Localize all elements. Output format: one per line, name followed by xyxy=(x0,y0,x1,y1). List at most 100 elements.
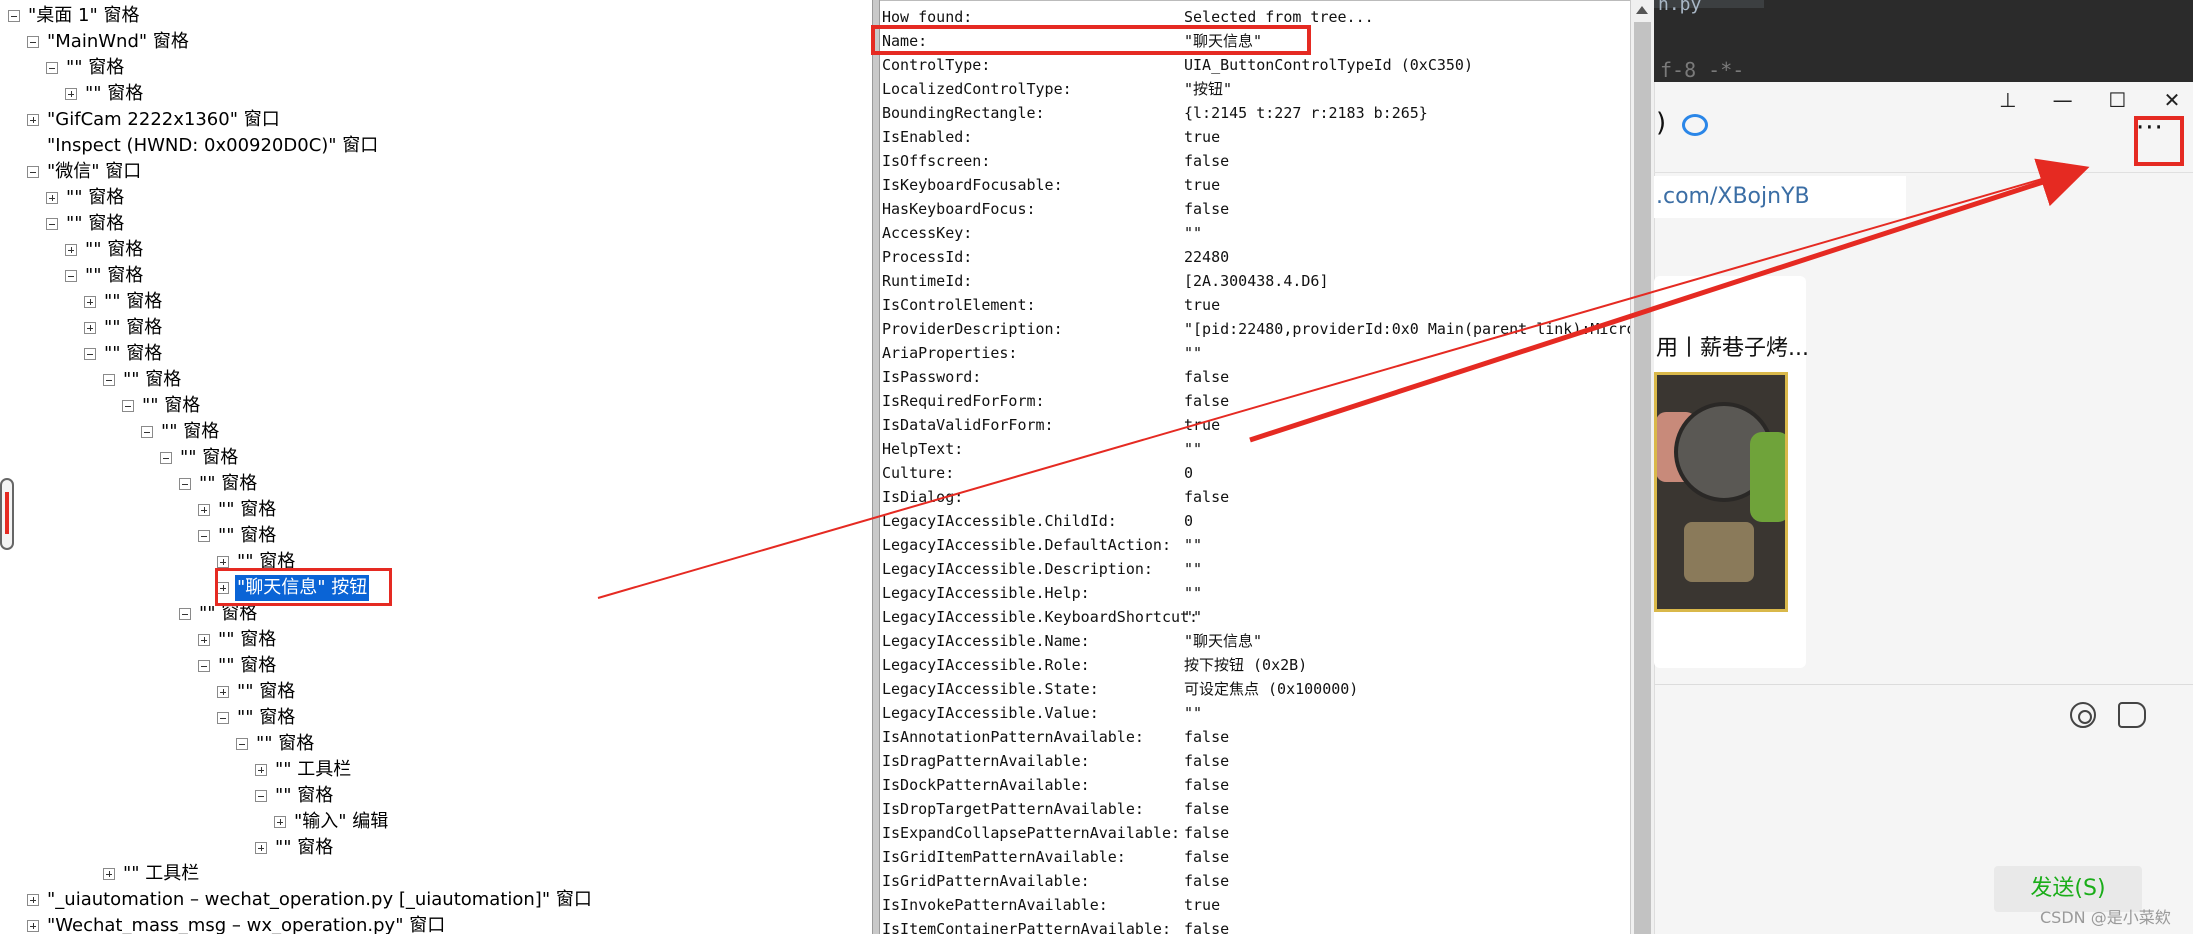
property-row[interactable]: LegacyIAccessible.Value: "" xyxy=(882,701,1628,725)
property-row[interactable]: IsInvokePatternAvailable: true xyxy=(882,893,1628,917)
property-row[interactable]: IsGridPatternAvailable: false xyxy=(882,869,1628,893)
tree-node[interactable]: "" 窗格 xyxy=(160,445,240,471)
property-row[interactable]: IsDialog: false xyxy=(882,485,1628,509)
expand-plus-icon[interactable] xyxy=(103,868,115,880)
property-row[interactable]: ControlType: UIA_ButtonControlTypeId (0xC… xyxy=(882,53,1628,77)
tree-node[interactable]: "" 窗格 xyxy=(255,835,335,861)
expand-plus-icon[interactable] xyxy=(217,556,229,568)
pane-splitter[interactable] xyxy=(872,0,880,934)
collapse-minus-icon[interactable] xyxy=(103,374,115,386)
collapse-minus-icon[interactable] xyxy=(46,62,58,74)
property-row[interactable]: IsItemContainerPatternAvailable: false xyxy=(882,917,1628,934)
expand-plus-icon[interactable] xyxy=(27,114,39,126)
property-row[interactable]: IsDragPatternAvailable: false xyxy=(882,749,1628,773)
collapse-minus-icon[interactable] xyxy=(198,530,210,542)
collapse-minus-icon[interactable] xyxy=(141,426,153,438)
tree-node[interactable]: "" 工具栏 xyxy=(255,757,353,783)
property-row[interactable]: AccessKey: "" xyxy=(882,221,1628,245)
expand-plus-icon[interactable] xyxy=(65,244,77,256)
expand-plus-icon[interactable] xyxy=(255,764,267,776)
property-row[interactable]: LegacyIAccessible.KeyboardShortcut: "" xyxy=(882,605,1628,629)
property-row[interactable]: HelpText: "" xyxy=(882,437,1628,461)
close-icon[interactable]: ✕ xyxy=(2154,88,2190,112)
property-row[interactable]: ProcessId: 22480 xyxy=(882,245,1628,269)
collapse-minus-icon[interactable] xyxy=(8,10,20,22)
property-row[interactable]: LegacyIAccessible.Description: "" xyxy=(882,557,1628,581)
expand-plus-icon[interactable] xyxy=(217,686,229,698)
property-row[interactable]: IsPassword: false xyxy=(882,365,1628,389)
property-row[interactable]: IsDataValidForForm: true xyxy=(882,413,1628,437)
collapse-minus-icon[interactable] xyxy=(217,712,229,724)
property-row[interactable]: LocalizedControlType: "按钮" xyxy=(882,77,1628,101)
tree-node[interactable]: "" 窗格 xyxy=(198,653,278,679)
property-row[interactable]: IsDockPatternAvailable: false xyxy=(882,773,1628,797)
tree-node[interactable]: "" 窗格 xyxy=(198,627,278,653)
collapse-minus-icon[interactable] xyxy=(27,36,39,48)
property-row[interactable]: AriaProperties: "" xyxy=(882,341,1628,365)
property-row[interactable]: IsRequiredForForm: false xyxy=(882,389,1628,413)
tree-node[interactable]: "_uiautomation – wechat_operation.py [_u… xyxy=(27,887,594,913)
link-message[interactable]: .com/XBojnYB xyxy=(1654,176,1906,218)
tree-node[interactable]: "" 窗格 xyxy=(141,419,221,445)
property-row[interactable]: IsDropTargetPatternAvailable: false xyxy=(882,797,1628,821)
tree-node[interactable]: "" 窗格 xyxy=(84,289,164,315)
property-row[interactable]: RuntimeId: [2A.300438.4.D6] xyxy=(882,269,1628,293)
expand-plus-icon[interactable] xyxy=(198,634,210,646)
tree-node[interactable]: "" 窗格 xyxy=(217,679,297,705)
expand-plus-icon[interactable] xyxy=(255,842,267,854)
collapse-minus-icon[interactable] xyxy=(160,452,172,464)
property-row[interactable]: IsOffscreen: false xyxy=(882,149,1628,173)
article-card-image[interactable] xyxy=(1654,372,1788,612)
property-row[interactable]: LegacyIAccessible.DefaultAction: "" xyxy=(882,533,1628,557)
tree-node[interactable]: "" 窗格 xyxy=(65,237,145,263)
pin-icon[interactable]: ⊥ xyxy=(1990,88,2026,112)
tree-node[interactable]: "" 窗格 xyxy=(122,393,202,419)
collapse-minus-icon[interactable] xyxy=(179,478,191,490)
tree-node[interactable]: "" 窗格 xyxy=(103,367,183,393)
video-call-icon[interactable] xyxy=(2118,702,2146,728)
tree-node[interactable]: "" 窗格 xyxy=(198,497,278,523)
collapse-minus-icon[interactable] xyxy=(84,348,96,360)
tree-node[interactable]: "" 工具栏 xyxy=(103,861,201,887)
tree-node[interactable]: "GifCam 2222x1360" 窗口 xyxy=(27,107,282,133)
property-row[interactable]: HasKeyboardFocus: false xyxy=(882,197,1628,221)
tree-node[interactable]: "" 窗格 xyxy=(46,211,126,237)
collapse-minus-icon[interactable] xyxy=(122,400,134,412)
tree-node[interactable]: "" 窗格 xyxy=(84,341,164,367)
expand-plus-icon[interactable] xyxy=(27,920,39,932)
expand-plus-icon[interactable] xyxy=(84,322,96,334)
tree-node[interactable]: "" 窗格 xyxy=(236,731,316,757)
properties-scrollbar[interactable] xyxy=(1630,0,1654,934)
expand-plus-icon[interactable] xyxy=(65,88,77,100)
tree-node[interactable]: "" 窗格 xyxy=(65,81,145,107)
property-row[interactable]: IsGridItemPatternAvailable: false xyxy=(882,845,1628,869)
property-row[interactable]: IsControlElement: true xyxy=(882,293,1628,317)
tree-node[interactable]: "桌面 1" 窗格 xyxy=(8,3,141,29)
target-icon[interactable] xyxy=(2070,702,2096,728)
tree-node[interactable]: "" 窗格 xyxy=(65,263,145,289)
tree-node[interactable]: "" 窗格 xyxy=(179,471,259,497)
tree-node[interactable]: "" 窗格 xyxy=(198,523,278,549)
property-row[interactable]: LegacyIAccessible.Name: "聊天信息" xyxy=(882,629,1628,653)
collapse-minus-icon[interactable] xyxy=(198,660,210,672)
collapse-minus-icon[interactable] xyxy=(179,608,191,620)
expand-plus-icon[interactable] xyxy=(84,296,96,308)
collapse-minus-icon[interactable] xyxy=(27,166,39,178)
property-row[interactable]: LegacyIAccessible.ChildId: 0 xyxy=(882,509,1628,533)
property-row[interactable]: Culture: 0 xyxy=(882,461,1628,485)
scroll-up-arrow-icon[interactable] xyxy=(1636,6,1648,14)
tree-node[interactable]: "" 窗格 xyxy=(46,185,126,211)
property-row[interactable]: LegacyIAccessible.Help: "" xyxy=(882,581,1628,605)
expand-plus-icon[interactable] xyxy=(274,816,286,828)
minimize-icon[interactable]: — xyxy=(2045,88,2081,112)
property-row[interactable]: LegacyIAccessible.Role: 按下按钮 (0x2B) xyxy=(882,653,1628,677)
property-row[interactable]: ProviderDescription: "[pid:22480,provider… xyxy=(882,317,1630,341)
tree-node[interactable]: "" 窗格 xyxy=(46,55,126,81)
collapse-minus-icon[interactable] xyxy=(255,790,267,802)
tree-node[interactable]: "Wechat_mass_msg – wx_operation.py" 窗口 xyxy=(27,913,447,934)
tree-node[interactable]: "微信" 窗口 xyxy=(27,159,143,185)
property-row[interactable]: LegacyIAccessible.State: 可设定焦点 (0x100000) xyxy=(882,677,1628,701)
tree-node[interactable]: "输入" 编辑 xyxy=(274,809,390,835)
collapse-minus-icon[interactable] xyxy=(236,738,248,750)
property-row[interactable]: IsKeyboardFocusable: true xyxy=(882,173,1628,197)
